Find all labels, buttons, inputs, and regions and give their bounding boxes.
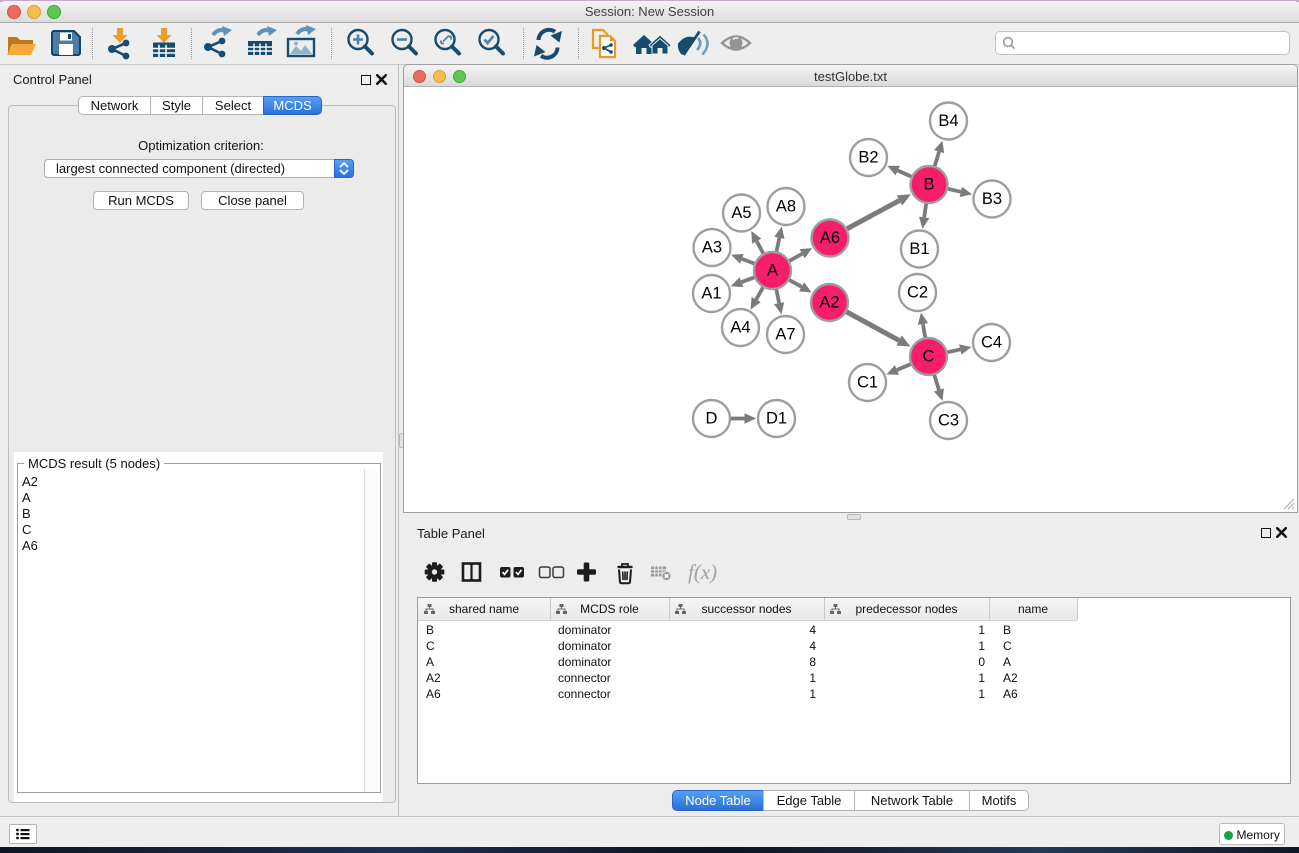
svg-text:B1: B1 — [909, 240, 929, 258]
svg-text:A5: A5 — [731, 204, 751, 222]
svg-text:A8: A8 — [776, 198, 796, 216]
svg-text:A7: A7 — [775, 326, 795, 344]
svg-text:C: C — [923, 348, 935, 366]
svg-text:C1: C1 — [857, 374, 878, 392]
svg-text:A3: A3 — [702, 239, 722, 257]
svg-text:A6: A6 — [820, 229, 840, 247]
svg-text:D1: D1 — [766, 410, 787, 428]
svg-text:C2: C2 — [907, 284, 928, 302]
svg-text:A2: A2 — [819, 294, 839, 312]
svg-text:A1: A1 — [701, 285, 721, 303]
svg-text:B4: B4 — [938, 112, 958, 130]
svg-text:f(x): f(x) — [688, 560, 717, 584]
svg-text:B2: B2 — [858, 149, 878, 167]
svg-text:B: B — [923, 176, 934, 194]
svg-text:D: D — [706, 410, 718, 428]
svg-text:A: A — [767, 262, 778, 280]
svg-text:B3: B3 — [982, 190, 1002, 208]
svg-text:A4: A4 — [730, 319, 750, 337]
svg-text:C3: C3 — [938, 412, 959, 430]
svg-text:C4: C4 — [981, 334, 1002, 352]
